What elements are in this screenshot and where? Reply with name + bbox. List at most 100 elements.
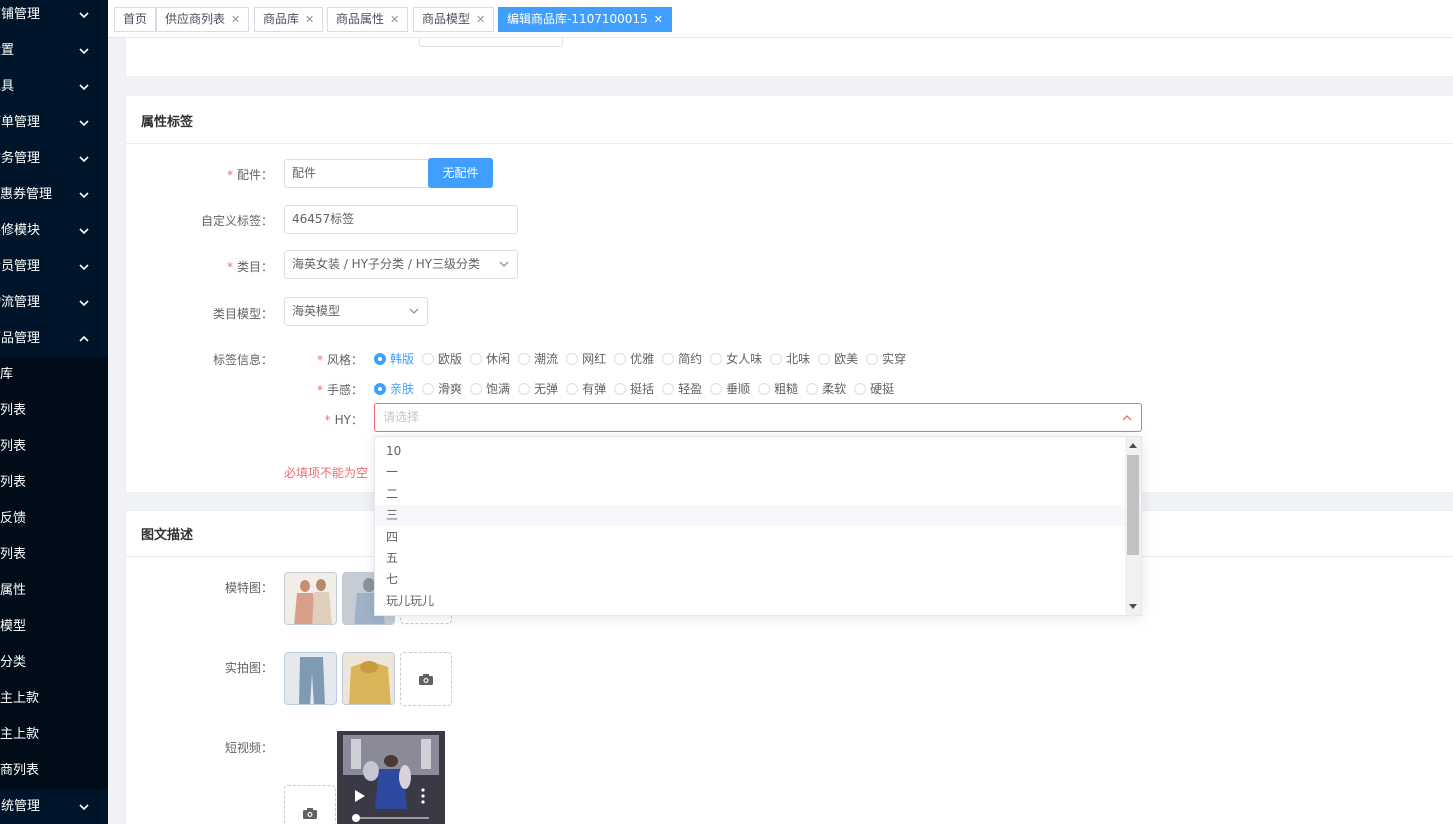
close-icon[interactable]: ✕	[654, 13, 663, 26]
sidebar-subitem-label: 商品列表	[0, 403, 27, 418]
chevron-down-icon	[79, 804, 89, 811]
feel-radio[interactable]: 饱满	[470, 380, 510, 397]
category-model-select[interactable]: 海英模型	[284, 297, 428, 326]
style-radio[interactable]: 潮流	[518, 350, 558, 367]
video-upload[interactable]	[284, 785, 336, 824]
close-icon[interactable]: ✕	[390, 13, 399, 26]
sidebar-subitem[interactable]: 品牌列表	[0, 465, 108, 501]
sidebar-subitem-label: 商品模型	[0, 619, 27, 634]
style-radio[interactable]: 欧美	[818, 350, 858, 367]
sidebar-item-system[interactable]: 系统管理	[0, 789, 108, 824]
style-radio[interactable]: 韩版	[374, 350, 414, 367]
hy-option[interactable]: 五	[375, 548, 1126, 569]
feel-radio[interactable]: 亲肤	[374, 380, 414, 397]
sidebar-item[interactable]: 设置	[0, 33, 108, 69]
feel-radio[interactable]: 挺括	[614, 380, 654, 397]
attribute-card: 属性标签 * 配件： 配件 无配件 自定义标签： 46457标签 * 类目： 海英女…	[125, 95, 1453, 493]
style-radio[interactable]: 休闲	[470, 350, 510, 367]
radio-label: 休闲	[486, 352, 511, 366]
sidebar-item[interactable]: 工具	[0, 69, 108, 105]
feel-radio[interactable]: 滑爽	[422, 380, 462, 397]
sidebar-subitem[interactable]: 分类列表	[0, 429, 108, 465]
model-image-thumbnail[interactable]	[284, 572, 337, 625]
hy-label: * HY：	[324, 413, 363, 427]
hy-select[interactable]: 请选择	[374, 403, 1142, 432]
tab[interactable]: 商品库 ✕	[254, 7, 324, 32]
sidebar-subitem-label: 商品属性	[0, 583, 27, 598]
custom-tag-input[interactable]: 46457标签	[284, 205, 518, 234]
partial-input[interactable]	[419, 38, 563, 47]
sidebar-item[interactable]: 优惠券管理	[0, 177, 108, 213]
camera-icon	[419, 674, 433, 685]
feel-radio[interactable]: 无弹	[518, 380, 558, 397]
no-accessory-button[interactable]: 无配件	[428, 158, 493, 188]
radio-label: 无弹	[534, 382, 559, 396]
sidebar-item[interactable]: 会员管理	[0, 249, 108, 285]
tab[interactable]: 商品属性 ✕	[327, 7, 409, 32]
radio-circle	[374, 382, 386, 395]
tab-label: 供应商列表	[165, 12, 226, 26]
sidebar-subitem[interactable]: 自营自主上款	[0, 717, 108, 753]
feel-radio[interactable]: 轻盈	[662, 380, 702, 397]
style-radio[interactable]: 北味	[770, 350, 810, 367]
sidebar-subitem[interactable]: 规格列表	[0, 537, 108, 573]
category-select[interactable]: 海英女装 / HY子分类 / HY三级分类	[284, 250, 518, 279]
dropdown-scrollbar[interactable]	[1125, 437, 1141, 615]
accessory-input[interactable]: 配件	[284, 159, 430, 188]
tab[interactable]: 供应商列表 ✕	[156, 7, 250, 32]
scroll-down-icon[interactable]	[1129, 604, 1137, 609]
feel-radio[interactable]: 粗糙	[758, 380, 798, 397]
scroll-thumb[interactable]	[1127, 455, 1139, 555]
tab[interactable]: 商品模型 ✕	[413, 7, 495, 32]
sidebar-subitem-label: 品牌列表	[0, 475, 27, 490]
hy-option[interactable]: 七	[375, 569, 1126, 590]
hy-dropdown: 10 一二三四五七玩儿玩儿	[374, 436, 1142, 616]
sidebar-subitem[interactable]: 评价反馈	[0, 501, 108, 537]
sidebar-subitem[interactable]: 商品属性	[0, 573, 108, 609]
feel-radio[interactable]: 硬挺	[854, 380, 894, 397]
sidebar-item[interactable]: 财务管理	[0, 141, 108, 177]
sidebar-subitem[interactable]: 海英分类	[0, 645, 108, 681]
hy-option[interactable]: 三	[375, 505, 1126, 527]
radio-circle	[710, 352, 723, 365]
hy-option[interactable]: 10	[375, 441, 1126, 462]
tab[interactable]: 编辑商品库-1107100015 ✕	[498, 7, 672, 32]
sidebar-subitem[interactable]: 供应商列表	[0, 753, 108, 789]
close-icon[interactable]: ✕	[476, 13, 485, 26]
sidebar-item[interactable]: 订单管理	[0, 105, 108, 141]
chevron-down-icon	[409, 308, 419, 314]
feel-radio[interactable]: 有弹	[566, 380, 606, 397]
style-radio[interactable]: 实穿	[866, 350, 906, 367]
sidebar-item[interactable]: 商品管理	[0, 321, 108, 357]
real-image-thumbnail[interactable]	[284, 652, 337, 705]
hy-option[interactable]: 四	[375, 527, 1126, 548]
camera-icon	[303, 808, 317, 819]
video-thumbnail[interactable]	[337, 731, 445, 824]
close-icon[interactable]: ✕	[305, 13, 314, 26]
style-radio[interactable]: 女人味	[710, 350, 762, 367]
sidebar-item[interactable]: 店铺管理	[0, 0, 108, 33]
hy-option[interactable]: 二	[375, 484, 1126, 505]
scroll-up-icon[interactable]	[1129, 443, 1137, 448]
radio-circle	[758, 382, 771, 395]
style-radio[interactable]: 网红	[566, 350, 606, 367]
real-image-upload[interactable]	[400, 652, 452, 706]
real-images-label: 实拍图：	[224, 661, 273, 675]
style-radio[interactable]: 欧版	[422, 350, 462, 367]
tab[interactable]: 首页	[114, 7, 157, 32]
sidebar-subitem[interactable]: 供应商自主上款	[0, 681, 108, 717]
real-image-thumbnail[interactable]	[342, 652, 395, 705]
feel-radio[interactable]: 柔软	[806, 380, 846, 397]
sidebar-item[interactable]: 装修模块	[0, 213, 108, 249]
sidebar-subitem[interactable]: 商品模型	[0, 609, 108, 645]
sidebar-item[interactable]: 物流管理	[0, 285, 108, 321]
hy-option[interactable]: 玩儿玩儿	[375, 591, 1126, 612]
style-radio[interactable]: 优雅	[614, 350, 654, 367]
hy-option[interactable]: 一	[375, 462, 1126, 483]
sidebar-subitem[interactable]: 商品库	[0, 357, 108, 393]
sidebar-subitem[interactable]: 商品列表	[0, 393, 108, 429]
radio-circle	[422, 382, 435, 395]
close-icon[interactable]: ✕	[231, 13, 240, 26]
style-radio[interactable]: 简约	[662, 350, 702, 367]
feel-radio[interactable]: 垂顺	[710, 380, 750, 397]
